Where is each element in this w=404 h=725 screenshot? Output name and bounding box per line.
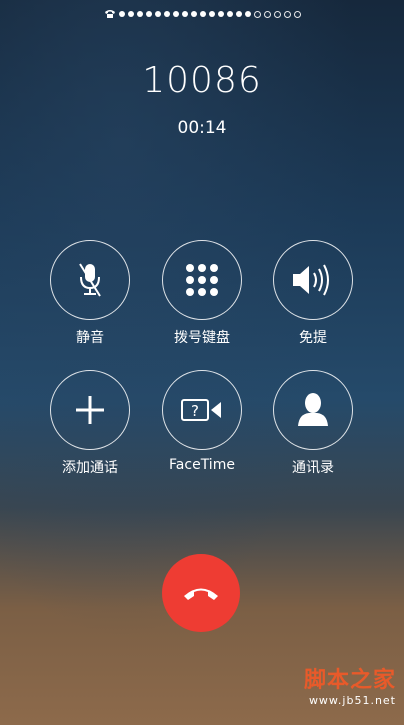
keypad-button[interactable] (162, 240, 242, 320)
call-timer: 00:14 (177, 118, 227, 138)
facetime-video-icon: ? (181, 399, 221, 421)
end-call-button[interactable] (162, 554, 240, 632)
phone-icon (104, 10, 115, 18)
facetime-button[interactable]: ? (162, 370, 242, 450)
contact-person-icon (298, 393, 328, 426)
end-call-icon (184, 588, 218, 600)
caller-number: 10086 (142, 60, 262, 101)
keypad-label: 拨号键盘 (174, 330, 230, 346)
watermark-title: 脚本之家 (303, 667, 396, 693)
mute-microphone-icon (79, 263, 101, 297)
speaker-label: 免提 (299, 330, 327, 346)
contacts-label: 通讯录 (292, 460, 334, 476)
speaker-icon (293, 264, 329, 296)
signal-dots (118, 10, 301, 18)
svg-text:?: ? (191, 402, 199, 420)
watermark: 脚本之家 www.jb51.net (304, 662, 396, 707)
mute-button[interactable] (50, 240, 130, 320)
status-bar (0, 7, 404, 21)
contacts-button[interactable] (273, 370, 353, 450)
watermark-url: www.jb51.net (308, 694, 396, 707)
mute-label: 静音 (76, 330, 104, 346)
facetime-label: FaceTime (169, 457, 235, 473)
keypad-icon (186, 264, 218, 296)
add-call-button[interactable] (50, 370, 130, 450)
add-call-label: 添加通话 (62, 460, 118, 476)
speaker-button[interactable] (273, 240, 353, 320)
plus-icon (76, 396, 104, 424)
